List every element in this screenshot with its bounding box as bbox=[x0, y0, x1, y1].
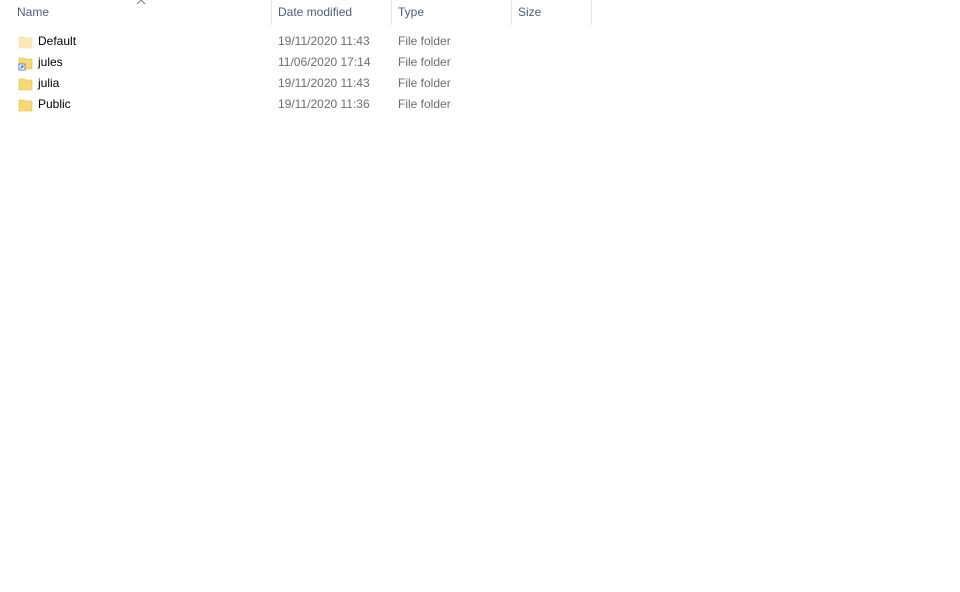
folder-icon bbox=[18, 34, 34, 50]
item-type: File folder bbox=[398, 97, 451, 111]
list-item[interactable]: julia 19/11/2020 11:43 File folder bbox=[0, 73, 592, 94]
item-name: Public bbox=[38, 97, 71, 111]
file-list-view: Name Date modified Type Size Default 19/… bbox=[0, 0, 960, 592]
column-divider[interactable] bbox=[591, 0, 592, 25]
column-header-type-label: Type bbox=[398, 5, 425, 19]
file-list: Default 19/11/2020 11:43 File folder jul… bbox=[0, 31, 592, 115]
item-type: File folder bbox=[398, 34, 451, 48]
item-date-modified: 11/06/2020 17:14 bbox=[278, 55, 371, 69]
folder-icon bbox=[18, 97, 34, 113]
column-header-name-label: Name bbox=[17, 5, 50, 19]
column-header-row: Name Date modified Type Size bbox=[0, 0, 592, 25]
chevron-up-icon bbox=[136, 0, 146, 5]
column-header-type[interactable]: Type bbox=[392, 0, 511, 25]
item-date-modified: 19/11/2020 11:36 bbox=[278, 97, 370, 111]
folder-icon bbox=[18, 76, 34, 92]
item-type: File folder bbox=[398, 55, 451, 69]
list-item[interactable]: jules 11/06/2020 17:14 File folder bbox=[0, 52, 592, 73]
column-header-date-label: Date modified bbox=[278, 5, 353, 19]
item-type: File folder bbox=[398, 76, 451, 90]
folder-shortcut-icon bbox=[18, 55, 34, 71]
item-date-modified: 19/11/2020 11:43 bbox=[278, 34, 370, 48]
item-name: jules bbox=[38, 55, 63, 69]
column-header-size-label: Size bbox=[518, 5, 542, 19]
item-name: julia bbox=[38, 76, 60, 90]
column-header-name[interactable]: Name bbox=[0, 0, 271, 25]
list-item[interactable]: Default 19/11/2020 11:43 File folder bbox=[0, 31, 592, 52]
column-header-date-modified[interactable]: Date modified bbox=[272, 0, 391, 25]
column-header-size[interactable]: Size bbox=[512, 0, 591, 25]
list-item[interactable]: Public 19/11/2020 11:36 File folder bbox=[0, 94, 592, 115]
item-date-modified: 19/11/2020 11:43 bbox=[278, 76, 370, 90]
item-name: Default bbox=[38, 34, 77, 48]
